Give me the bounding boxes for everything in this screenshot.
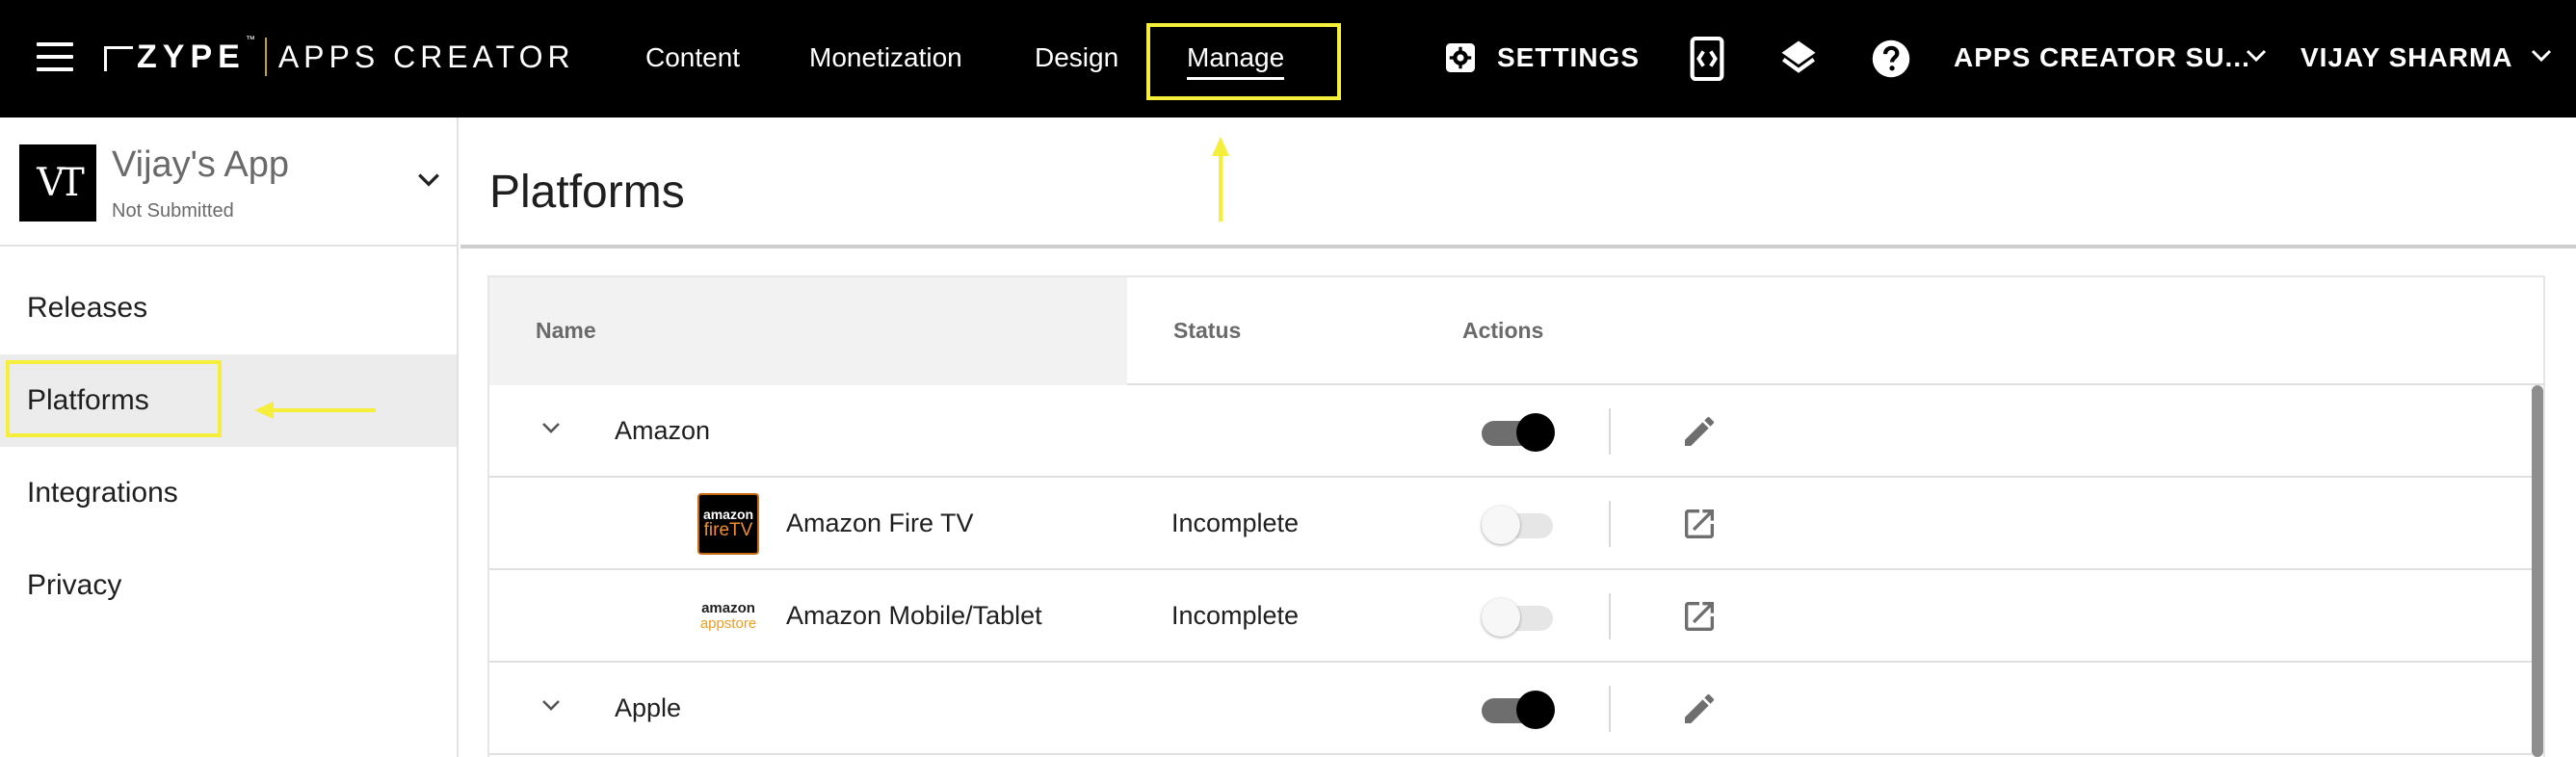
amazon-mobile-tablet-toggle[interactable] [1482, 598, 1553, 637]
action-separator [1609, 686, 1611, 732]
thumb-product: fireTV [703, 520, 753, 540]
row-status: Incomplete [1171, 601, 1300, 630]
row-name: Amazon Fire TV [786, 509, 974, 537]
app-logo: VT [19, 144, 96, 222]
action-separator [1609, 593, 1611, 640]
chevron-down-icon[interactable] [2530, 48, 2553, 64]
amazon-appstore-logo: amazon appstore [697, 586, 759, 647]
app-name: Vijay's App [112, 144, 290, 185]
row-name: Amazon [615, 416, 711, 445]
column-header-status: Status [1173, 318, 1242, 343]
account-switcher[interactable]: APPS CREATOR SU... [1954, 42, 2250, 73]
sidebar-item-integrations[interactable]: Integrations [0, 447, 457, 539]
thumb-brand: amazon [702, 507, 754, 522]
settings-button[interactable]: SETTINGS [1497, 42, 1640, 73]
column-header-actions: Actions [1462, 318, 1544, 343]
thumb-product: appstore [699, 615, 757, 632]
layers-icon[interactable] [1778, 37, 1819, 79]
thumb-brand: amazon [701, 600, 755, 616]
action-separator [1609, 408, 1611, 455]
table-scrollbar[interactable] [2532, 385, 2543, 757]
brand-name: ZYPE [137, 38, 246, 75]
open-external-icon[interactable] [1680, 597, 1719, 636]
user-menu[interactable]: VIJAY SHARMA [2300, 42, 2513, 73]
platforms-table: Name Status Actions Amazon amazon fireTV… [487, 275, 2545, 757]
pencil-icon[interactable] [1680, 412, 1719, 451]
column-header-name[interactable]: Name [536, 318, 596, 344]
nav-design[interactable]: Design [1035, 42, 1118, 73]
row-status: Incomplete [1171, 509, 1300, 537]
row-name: Apple [615, 693, 682, 722]
app-selector[interactable]: VT Vijay's App Not Submitted [0, 117, 457, 247]
top-navigation-bar: ZYPE ™ APPS CREATOR Content Monetization… [0, 0, 2576, 117]
nav-content[interactable]: Content [645, 42, 740, 73]
brand-logo[interactable]: ZYPE ™ APPS CREATOR [104, 29, 575, 85]
sidebar: VT Vijay's App Not Submitted Releases Pl… [0, 117, 459, 757]
brand-bracket-mark [104, 46, 133, 71]
page-title: Platforms [489, 167, 685, 218]
sidebar-item-releases[interactable]: Releases [0, 262, 457, 354]
chevron-down-icon[interactable] [539, 420, 563, 435]
sidebar-item-privacy[interactable]: Privacy [0, 539, 457, 632]
action-separator [1609, 501, 1611, 547]
amazon-fire-tv-toggle[interactable] [1482, 506, 1553, 544]
platforms-highlight-box [6, 360, 222, 437]
title-divider [460, 245, 2576, 248]
gear-icon[interactable] [1443, 40, 1478, 75]
table-row-amazon-fire-tv: amazon fireTV Amazon Fire TV Incomplete [489, 478, 2532, 570]
table-header: Name Status Actions [489, 277, 2545, 385]
nav-monetization[interactable]: Monetization [809, 42, 962, 73]
preview-device-icon[interactable] [1690, 37, 1724, 81]
chevron-down-icon[interactable] [416, 171, 441, 189]
pencil-icon[interactable] [1680, 690, 1719, 728]
amazon-fire-tv-logo: amazon fireTV [697, 493, 759, 555]
chevron-down-icon[interactable] [2245, 48, 2268, 64]
product-name: APPS CREATOR [277, 39, 575, 74]
apple-toggle[interactable] [1482, 691, 1555, 729]
table-row-amazon: Amazon [489, 385, 2532, 478]
open-external-icon[interactable] [1680, 505, 1719, 543]
brand-divider [264, 38, 267, 76]
row-name: Amazon Mobile/Tablet [786, 601, 1042, 630]
amazon-toggle[interactable] [1482, 413, 1555, 452]
annotation-arrow-up [1212, 137, 1229, 222]
app-status: Not Submitted [112, 200, 234, 222]
brand-trademark: ™ [245, 35, 255, 45]
table-row-apple: Apple [489, 663, 2532, 755]
manage-highlight-box [1146, 23, 1341, 100]
chevron-down-icon[interactable] [539, 697, 563, 713]
hamburger-icon[interactable] [37, 42, 73, 71]
help-icon[interactable] [1871, 39, 1911, 79]
table-row-amazon-mobile-tablet: amazon appstore Amazon Mobile/Tablet Inc… [489, 570, 2532, 663]
annotation-arrow-left [254, 402, 376, 419]
